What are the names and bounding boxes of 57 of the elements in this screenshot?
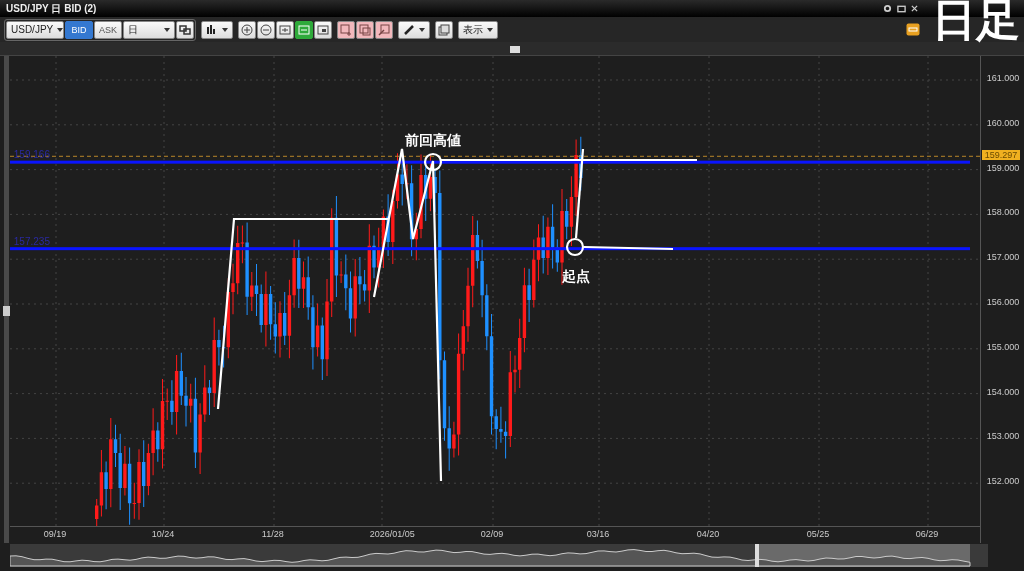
window-title: USD/JPY 日 BID (2) [6, 1, 97, 16]
link-button[interactable] [176, 20, 194, 39]
symbol-dropdown[interactable]: USD/JPY [6, 20, 64, 39]
chart-type-button[interactable] [201, 20, 233, 39]
date-axis-label: 11/28 [261, 529, 284, 539]
caption-overlay: 日足 [932, 0, 1020, 42]
panel-icon[interactable] [906, 23, 920, 36]
draw-tool-button[interactable] [356, 20, 374, 39]
date-axis-label: 10/24 [151, 529, 175, 539]
level-line[interactable] [9, 160, 970, 164]
view-tool-button[interactable] [257, 20, 275, 39]
price-axis-label: 160.000 [986, 117, 1020, 128]
side-handle[interactable] [3, 306, 10, 316]
view-tool-button[interactable] [314, 20, 332, 39]
draw-tool-button[interactable] [375, 20, 393, 39]
price-axis-label: 154.000 [986, 386, 1020, 397]
current-price-tag: 159.297 [981, 150, 1021, 161]
price-axis-label: 152.000 [986, 476, 1020, 487]
close-icon[interactable] [911, 5, 918, 12]
marker-circle [565, 237, 584, 257]
date-axis-label: 04/20 [696, 529, 720, 539]
date-axis-label: 05/25 [806, 529, 830, 539]
date-axis-label: 09/19 [43, 529, 67, 539]
side-scrollbar[interactable] [4, 56, 9, 543]
level-line-label: 157.235 [13, 235, 50, 247]
window-icon[interactable] [897, 4, 906, 13]
price-axis-label: 153.000 [986, 431, 1020, 442]
pen-icon [403, 24, 415, 35]
price-axis-label: 159.000 [986, 162, 1020, 173]
annotation-label: 前回高値 [404, 132, 461, 150]
price-axis-label: 161.000 [986, 73, 1020, 83]
view-tool-button[interactable] [276, 20, 294, 39]
price-axis-label: 158.000 [986, 207, 1020, 218]
date-axis-label: 2026/01/05 [369, 529, 415, 539]
bar-chart-icon [206, 24, 218, 35]
date-axis-label: 06/29 [915, 529, 939, 539]
level-line[interactable] [9, 247, 970, 251]
view-tool-button[interactable] [295, 20, 313, 39]
marker-circle [423, 152, 442, 172]
date-axis-label: 03/16 [586, 529, 610, 539]
screenshot-button[interactable] [435, 20, 453, 39]
price-axis-label: 156.000 [986, 297, 1020, 307]
level-line-label: 159.166 [13, 149, 50, 161]
view-tool-button[interactable] [238, 20, 256, 39]
pen-tool-button[interactable] [398, 20, 430, 39]
annotation-label: 起点 [561, 268, 590, 286]
price-side-tab[interactable]: BID [65, 20, 93, 39]
price-side-tab[interactable]: ASK [94, 20, 122, 39]
date-axis-label: 02/09 [480, 529, 504, 539]
settings-icon[interactable] [883, 4, 892, 13]
display-menu-button[interactable]: 表示 [458, 20, 498, 39]
price-axis-label: 157.000 [986, 252, 1020, 263]
navigator-drawing[interactable] [10, 544, 988, 567]
price-axis-label: 155.000 [986, 341, 1020, 352]
period-dropdown[interactable]: 日 [123, 20, 175, 39]
collapse-handle[interactable] [510, 46, 520, 53]
draw-tool-button[interactable] [337, 20, 355, 39]
